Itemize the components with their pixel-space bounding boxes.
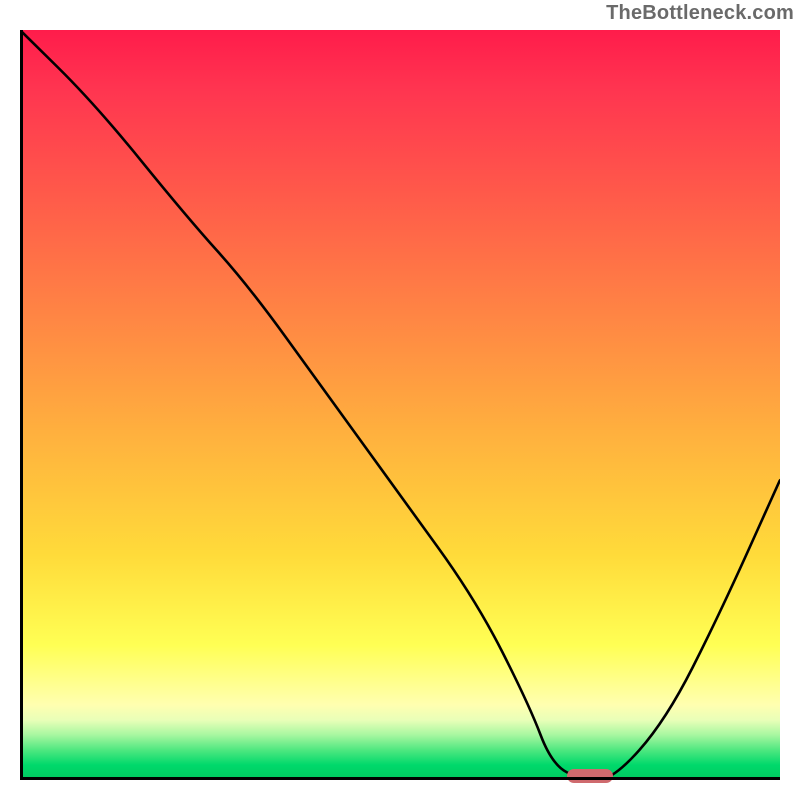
watermark-text: TheBottleneck.com <box>606 2 794 25</box>
plot-area <box>20 30 780 780</box>
chart-container: TheBottleneck.com <box>0 0 800 800</box>
optimal-marker <box>567 769 613 783</box>
bottleneck-curve <box>20 30 780 780</box>
